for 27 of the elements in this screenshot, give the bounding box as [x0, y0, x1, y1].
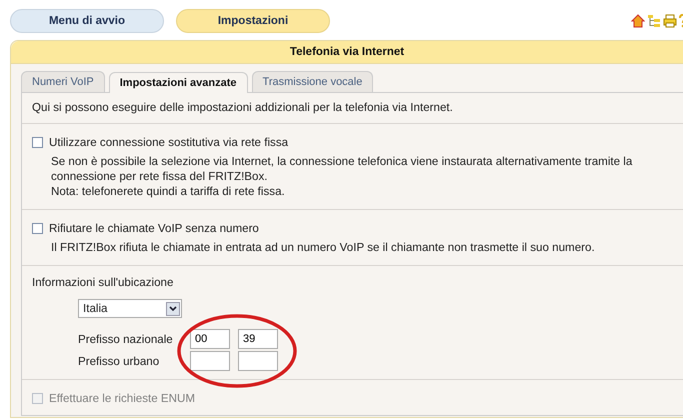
tab[interactable]: Trasmissione vocale — [252, 71, 374, 92]
sitemap-icon[interactable] — [647, 14, 661, 28]
input-field[interactable]: 39 — [238, 329, 278, 349]
option-label: Utilizzare connessione sostitutiva via rete fissa — [49, 136, 288, 149]
tab[interactable]: Numeri VoIP — [21, 71, 105, 92]
print-icon[interactable] — [663, 14, 677, 28]
country-dropdown[interactable]: Italia — [78, 299, 182, 318]
input-field[interactable] — [190, 351, 230, 371]
caret-icon — [166, 302, 180, 316]
home-icon[interactable] — [631, 14, 645, 28]
option-description: Il FRITZ!Box rifiuta le chiamate in entrata ad un numero VoIP se il chiamante non trasmette il suo numero. — [51, 240, 596, 255]
field-label: Prefisso nazionale — [78, 332, 174, 346]
checkbox[interactable] — [32, 223, 43, 234]
input-field[interactable]: 00 — [190, 329, 230, 349]
option-description: Nota: telefonerete quindi a tariffa di rete fissa. — [51, 184, 286, 199]
checkbox[interactable] — [32, 137, 43, 148]
input-field[interactable] — [238, 351, 278, 371]
intro-text: Qui si possono eseguire delle impostazioni addizionali per la telefonia via Internet. — [32, 101, 453, 114]
nav-button[interactable]: Menu di avvio — [10, 9, 164, 33]
nav-button[interactable]: Impostazioni — [176, 9, 330, 33]
option-description: Se non è possibile la selezione via Internet, la connessione telefonica viene instaurata alternativamente tramite la connessione per rete fissa del FRITZ!Box. — [51, 154, 634, 184]
tab[interactable]: Impostazioni avanzate — [108, 72, 248, 93]
option-label: Rifiutare le chiamate VoIP senza numero — [49, 222, 259, 235]
option-label: Effettuare le richieste ENUM — [49, 392, 196, 405]
panel-title: Telefonia via Internet — [11, 41, 683, 64]
section-title: Informazioni sull'ubicazione — [32, 276, 174, 289]
field-label: Prefisso urbano — [78, 354, 160, 368]
